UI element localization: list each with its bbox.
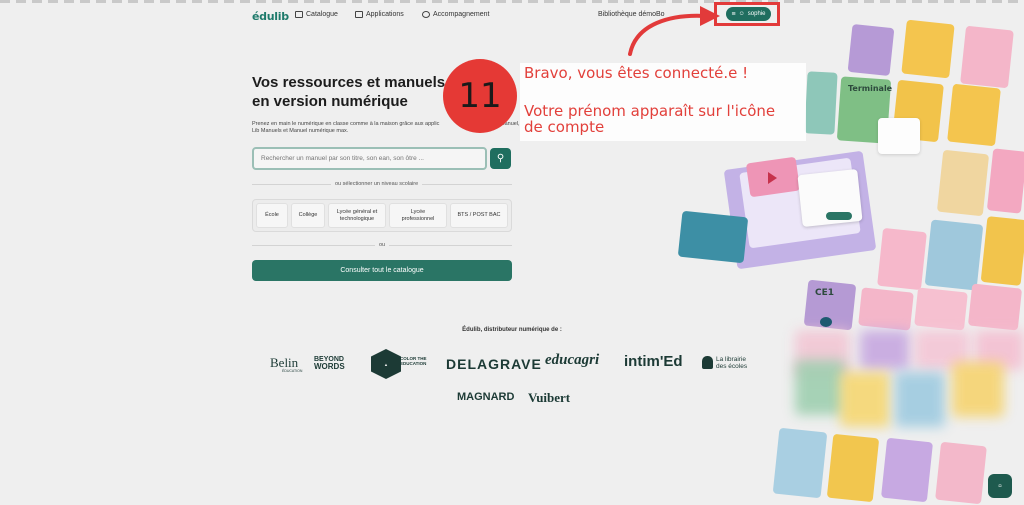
book-cover xyxy=(877,227,927,291)
book-cover xyxy=(936,149,990,217)
arrow-head xyxy=(700,6,720,26)
nav-applications-label: Applications xyxy=(366,11,404,18)
book-cover xyxy=(947,83,1001,147)
level-lycee-general-line1: Lycée général et xyxy=(336,208,378,215)
hero-title: Vos ressources et manuels s en version n… xyxy=(252,73,462,111)
search-button[interactable]: ⚲ xyxy=(490,148,511,169)
nav-catalogue[interactable]: Catalogue xyxy=(295,11,338,18)
color-line2: EDUCATION xyxy=(400,361,427,366)
level-bts-label: BTS / POST BAC xyxy=(457,212,501,218)
level-lycee-general[interactable]: Lycée général et technologique xyxy=(328,203,386,228)
level-bts[interactable]: BTS / POST BAC xyxy=(450,203,508,228)
annotation-line1: Bravo, vous êtes connecté.e ! xyxy=(524,64,749,82)
book-cover xyxy=(795,360,845,415)
book-cover xyxy=(901,19,955,79)
book-cover xyxy=(924,219,984,291)
book-cover xyxy=(914,287,968,331)
book-cover xyxy=(895,372,945,427)
nav-accompagnement[interactable]: Accompagnement xyxy=(422,11,489,18)
beyond-words-logo[interactable]: BEYOND WORDS xyxy=(314,356,345,371)
chart-card xyxy=(878,118,920,154)
view-catalogue-button[interactable]: Consulter tout le catalogue xyxy=(252,260,512,281)
book-cover xyxy=(847,23,895,77)
illustration-button xyxy=(826,212,852,220)
apps-icon xyxy=(355,11,363,18)
book-cover xyxy=(772,427,828,499)
hero-subtitle-text: Prenez en main le numérique en classe co… xyxy=(252,121,440,127)
level-lycee-pro-line1: Lycée xyxy=(410,208,426,215)
level-lycee-pro-line2: professionnel xyxy=(401,215,435,222)
level-college[interactable]: Collège xyxy=(291,203,325,228)
book-cover xyxy=(860,330,910,370)
librairie-line1: La librairie xyxy=(716,356,746,363)
book-cover xyxy=(880,437,934,503)
educagri-logo[interactable]: educagri xyxy=(545,352,599,369)
nav-applications[interactable]: Applications xyxy=(355,11,404,18)
level-select-label: ou sélectionner un niveau scolaire xyxy=(331,181,423,187)
librairie-des-ecoles-logo[interactable]: La librairie des écoles xyxy=(716,356,747,370)
chat-icon: ▫ xyxy=(998,480,1002,492)
book-icon xyxy=(295,11,303,18)
vuibert-logo[interactable]: Vuibert xyxy=(528,390,570,406)
level-lycee-general-line2: technologique xyxy=(339,215,375,222)
book-cover xyxy=(980,216,1024,286)
book-cover xyxy=(967,283,1023,331)
hero-title-line2: en version numérique xyxy=(252,93,408,110)
annotation-line3: de compte xyxy=(524,118,605,136)
search-icon: ⚲ xyxy=(496,153,505,164)
nav-accompagnement-label: Accompagnement xyxy=(433,11,490,18)
world-map-card xyxy=(677,210,749,264)
search-input[interactable] xyxy=(252,147,487,170)
level-college-label: Collège xyxy=(298,212,318,218)
color-emblem-icon: ▲ xyxy=(384,361,388,367)
chat-button[interactable]: ▫ xyxy=(988,474,1012,498)
step-number-badge: 11 xyxy=(443,59,517,133)
book-cover xyxy=(986,148,1024,214)
play-icon xyxy=(768,172,777,184)
belin-text: Belin xyxy=(270,355,299,370)
or-label: ou xyxy=(375,242,390,248)
globe-icon xyxy=(820,317,832,327)
magnard-logo[interactable]: MAGNARD xyxy=(457,391,514,403)
belin-sub: ÉDUCATION xyxy=(282,369,303,373)
color-the-education-logo[interactable]: ▲ xyxy=(371,349,401,379)
edulib-logo[interactable]: édulib xyxy=(252,10,289,23)
people-icon xyxy=(422,11,430,18)
school-level-selector: École Collège Lycée général et technolog… xyxy=(252,199,512,232)
book-cover xyxy=(840,372,890,427)
book-cover xyxy=(935,441,987,505)
ce1-label: CE1 xyxy=(815,288,835,298)
annotation-line2: Votre prénom apparaît sur l'icône xyxy=(524,102,776,120)
color-the-education-text: COLOR THE EDUCATION xyxy=(400,356,427,366)
beyond-line2: WORDS xyxy=(314,362,345,371)
level-lycee-pro[interactable]: Lycée professionnel xyxy=(389,203,447,228)
annotation-arrow xyxy=(628,6,720,56)
belin-logo[interactable]: Belin ÉDUCATION xyxy=(270,355,302,373)
nav-catalogue-label: Catalogue xyxy=(306,11,338,18)
book-cover xyxy=(960,25,1014,89)
arrow-curve xyxy=(628,13,708,56)
level-ecole-label: École xyxy=(265,212,279,218)
book-cover xyxy=(826,433,880,503)
top-nav: édulib Catalogue Applications Accompagne… xyxy=(0,4,1024,26)
librairie-line2: des écoles xyxy=(716,363,748,370)
librairie-icon xyxy=(702,356,713,369)
book-cover xyxy=(952,362,1004,417)
distributors-title: Édulib, distributeur numérique de : xyxy=(462,327,562,333)
book-cover xyxy=(858,287,914,331)
top-dashed-border xyxy=(0,0,1024,3)
book-cover xyxy=(804,71,838,135)
delagrave-logo[interactable]: DELAGRAVE xyxy=(446,356,542,372)
level-ecole[interactable]: École xyxy=(256,203,288,228)
intimed-logo[interactable]: intim'Ed xyxy=(624,353,683,370)
hero-title-line1: Vos ressources et manuels s xyxy=(252,74,458,91)
terminale-label: Terminale xyxy=(848,84,893,93)
